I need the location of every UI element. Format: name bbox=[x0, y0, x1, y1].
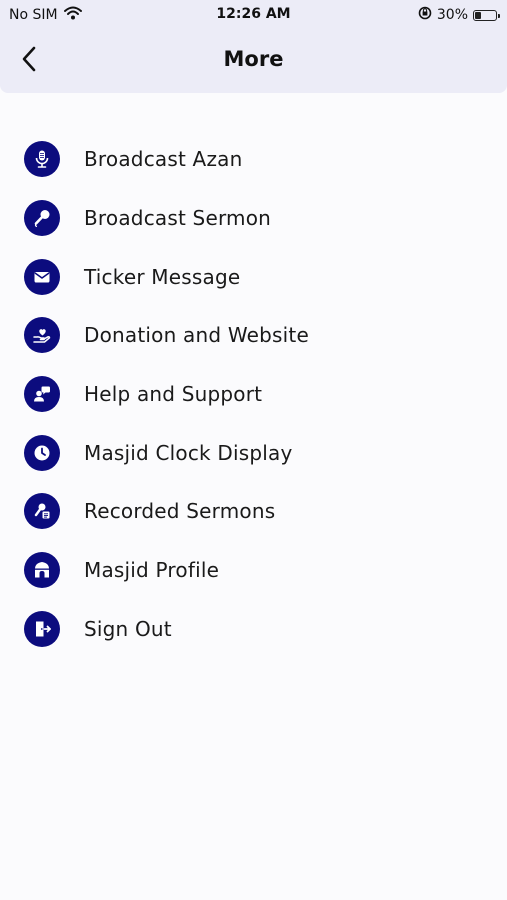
handheld-mic-icon bbox=[24, 200, 60, 237]
menu-item-masjid-profile[interactable]: Masjid Profile bbox=[0, 541, 507, 600]
menu-item-label: Help and Support bbox=[84, 382, 263, 407]
screen: No SIM 12:26 AM 30% More Broadcast Azan … bbox=[0, 0, 507, 900]
nav-bar: More bbox=[0, 30, 507, 93]
battery-percent: 30% bbox=[436, 7, 468, 23]
status-bar: No SIM 12:26 AM 30% bbox=[0, 0, 507, 30]
menu-item-donation-website[interactable]: Donation and Website bbox=[0, 306, 507, 365]
menu-item-broadcast-sermon[interactable]: Broadcast Sermon bbox=[0, 189, 507, 248]
battery-fill bbox=[475, 11, 481, 19]
menu-item-label: Recorded Sermons bbox=[84, 499, 276, 524]
recorded-mic-icon bbox=[24, 493, 60, 530]
menu-item-label: Donation and Website bbox=[84, 323, 309, 348]
support-chat-icon bbox=[24, 376, 60, 413]
microphone-icon bbox=[24, 141, 60, 178]
menu-item-sign-out[interactable]: Sign Out bbox=[0, 600, 507, 659]
menu-list: Broadcast Azan Broadcast Sermon Ticker M… bbox=[0, 130, 507, 658]
menu-item-label: Ticker Message bbox=[84, 264, 241, 289]
menu-item-label: Masjid Profile bbox=[84, 558, 220, 583]
menu-item-recorded-sermons[interactable]: Recorded Sermons bbox=[0, 482, 507, 541]
mosque-icon bbox=[24, 552, 60, 589]
menu-item-masjid-clock-display[interactable]: Masjid Clock Display bbox=[0, 423, 507, 482]
menu-item-label: Broadcast Azan bbox=[84, 147, 243, 172]
battery-icon bbox=[473, 9, 500, 21]
status-right: 30% bbox=[418, 6, 500, 24]
orientation-lock-icon bbox=[418, 6, 432, 24]
heart-hand-icon bbox=[24, 317, 60, 354]
envelope-icon bbox=[24, 258, 60, 295]
menu-item-help-support[interactable]: Help and Support bbox=[0, 365, 507, 424]
page-title: More bbox=[223, 47, 284, 71]
menu-item-label: Broadcast Sermon bbox=[84, 206, 272, 231]
clock-icon bbox=[24, 434, 60, 471]
menu-item-broadcast-azan[interactable]: Broadcast Azan bbox=[0, 130, 507, 189]
menu-item-ticker-message[interactable]: Ticker Message bbox=[0, 247, 507, 306]
sign-out-icon bbox=[24, 610, 60, 647]
menu-item-label: Sign Out bbox=[84, 616, 172, 641]
menu-item-label: Masjid Clock Display bbox=[84, 440, 293, 465]
